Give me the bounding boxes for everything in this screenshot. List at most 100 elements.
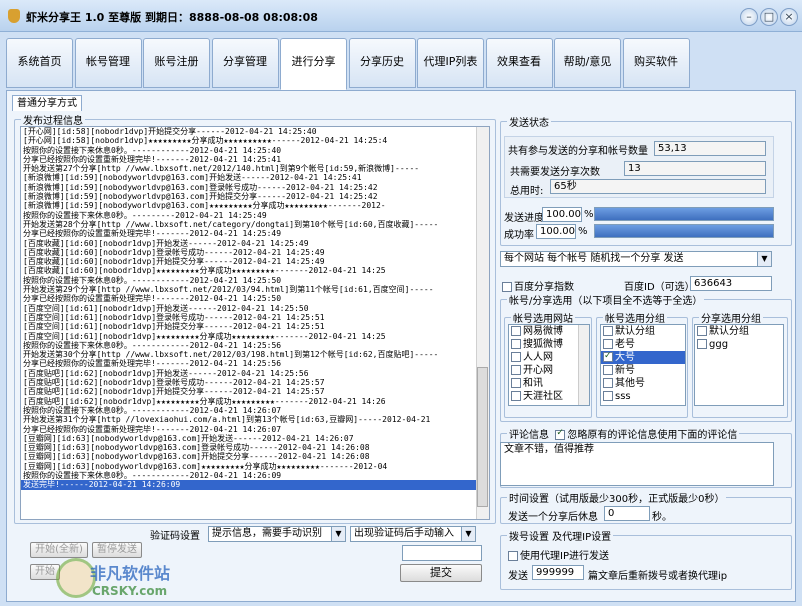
- log-line: [百度空间][id:61][nobodr1dvp]开始发送------2012-…: [23, 303, 309, 313]
- log-line: [百度收藏][id:60][nobodr1dvp]开始发送------2012-…: [23, 238, 309, 248]
- tab-6[interactable]: 代理IP列表: [417, 38, 484, 88]
- tab-1[interactable]: 帐号管理: [74, 38, 142, 88]
- watermark-en: CRSKY.com: [92, 584, 168, 598]
- share-group-label: ggg: [709, 339, 729, 350]
- checkbox-icon[interactable]: [603, 326, 613, 336]
- pause-button[interactable]: 暂停发送: [92, 542, 142, 558]
- checkbox-icon[interactable]: [603, 350, 613, 363]
- captcha-input[interactable]: [402, 545, 482, 561]
- baidu-id-input[interactable]: 636643: [690, 276, 772, 291]
- group-item[interactable]: 老号: [601, 338, 685, 351]
- checkbox-icon[interactable]: [697, 339, 707, 349]
- comment-override-label[interactable]: 忽略原有的评论信息使用下面的评论信: [567, 430, 737, 441]
- log-line: 按照你的设置接下来休息0秒。------------2012-04-21 14:…: [23, 470, 282, 480]
- checkbox-icon[interactable]: [502, 282, 512, 292]
- baidu-index-option[interactable]: 百度分享指数: [502, 278, 574, 293]
- chevron-down-icon[interactable]: ▼: [461, 527, 475, 541]
- baidu-id-label: 百度ID（可选）: [624, 282, 695, 293]
- tab-8[interactable]: 帮助/意见: [554, 38, 621, 88]
- tab-7[interactable]: 效果查看: [485, 38, 553, 88]
- title-bar[interactable]: 虾米分享王 1.0 至尊版 到期日：8888-08-08 08:08:08 – …: [0, 0, 802, 32]
- tab-3[interactable]: 分享管理: [211, 38, 279, 88]
- log-textbox[interactable]: [开心网][id:58][nobodr1dvp]开始提交分享------2012…: [20, 126, 490, 520]
- start-new-button[interactable]: 开始(全新): [30, 542, 88, 558]
- account-legend: 帐号/分享选用（以下项目全不选等于全选）: [509, 296, 703, 307]
- site-item-label: 天涯社区: [523, 391, 563, 402]
- group-item[interactable]: 默认分组: [601, 325, 685, 338]
- tab-4[interactable]: 进行分享: [280, 38, 347, 90]
- rest-input[interactable]: 0: [604, 506, 650, 521]
- log-line: 分享已经按照你的设置重新处理完毕!-------2012-04-21 14:26…: [23, 424, 282, 434]
- checkbox-icon[interactable]: [511, 365, 521, 375]
- status-legend: 发送状态: [509, 118, 549, 129]
- checkbox-icon[interactable]: [697, 326, 707, 336]
- checkbox-icon[interactable]: [603, 378, 613, 388]
- share-groups-list[interactable]: 默认分组 ggg: [694, 324, 784, 406]
- watermark-cn: 非凡软件站: [90, 564, 171, 583]
- maximize-icon[interactable]: □: [760, 8, 778, 26]
- checkbox-icon[interactable]: [603, 365, 613, 375]
- share-group-item[interactable]: ggg: [695, 338, 783, 351]
- site-item[interactable]: 开心网: [509, 364, 589, 377]
- checkbox-icon[interactable]: [511, 391, 521, 401]
- minimize-icon[interactable]: –: [740, 8, 758, 26]
- site-item[interactable]: 天涯社区: [509, 390, 589, 403]
- proxy-option[interactable]: 使用代理IP进行发送: [508, 547, 609, 562]
- group-item[interactable]: 新号: [601, 364, 685, 377]
- checkbox-icon[interactable]: [603, 339, 613, 349]
- log-line: 开始发送第31个分享[http //lovexiaohui.com/a.html…: [23, 415, 431, 425]
- comment-textarea[interactable]: 文章不错，值得推荐: [500, 442, 774, 486]
- captcha-after-select[interactable]: 出现验证码后手动输入 ▼: [350, 526, 476, 542]
- site-item[interactable]: 搜狐微博: [509, 338, 589, 351]
- chevron-down-icon[interactable]: ▼: [331, 527, 345, 541]
- captcha-label: 验证码设置: [150, 531, 200, 542]
- log-line: [新浪微博][id:59][nobodyworldvp@163.com]★★★★…: [23, 201, 386, 211]
- log-line: [百度贴吧][id:62][nobodr1dvp]★★★★★★★★★分享成功★★…: [23, 396, 386, 406]
- submit-button[interactable]: 提交: [400, 564, 482, 582]
- log-scroll-thumb[interactable]: [477, 367, 488, 507]
- log-line: 开始发送第29个分享[http //www.lbxsoft.net/2012/0…: [23, 285, 434, 295]
- checkbox-icon[interactable]: [555, 428, 566, 440]
- group-item[interactable]: 其他号: [601, 377, 685, 390]
- sites-scrollbar[interactable]: [578, 325, 589, 405]
- group-item[interactable]: sss: [601, 390, 685, 403]
- log-line: [豆瓣网][id:63][nobodyworldvp@163.com]★★★★★…: [23, 461, 388, 471]
- send-strategy-value: 每个网站 每个帐号 随机找一个分享 发送: [504, 253, 684, 264]
- captcha-after-value: 出现验证码后手动输入: [354, 528, 454, 539]
- tab-2[interactable]: 账号注册: [143, 38, 210, 88]
- tab-5[interactable]: 分享历史: [348, 38, 416, 88]
- checkbox-icon[interactable]: [511, 378, 521, 388]
- log-line: [豆瓣网][id:63][nobodyworldvp@163.com]开始提交分…: [23, 452, 370, 462]
- send-strategy-select[interactable]: 每个网站 每个帐号 随机找一个分享 发送 ▼: [500, 251, 772, 267]
- close-icon[interactable]: ×: [780, 8, 798, 26]
- log-scrollbar[interactable]: [476, 127, 489, 519]
- chevron-down-icon[interactable]: ▼: [757, 252, 771, 266]
- site-item[interactable]: 和讯: [509, 377, 589, 390]
- subtab-normal-share[interactable]: 普通分享方式: [12, 95, 82, 111]
- checkbox-icon[interactable]: [603, 391, 613, 401]
- log-line: 按照你的设置接下来休息0秒。------------2012-04-21 14:…: [23, 145, 282, 155]
- log-line: [百度空间][id:61][nobodr1dvp]★★★★★★★★★分享成功★★…: [23, 331, 386, 341]
- send-count-input[interactable]: 999999: [532, 565, 584, 580]
- log-lines: [开心网][id:58][nobodr1dvp]开始提交分享------2012…: [21, 127, 489, 490]
- site-item[interactable]: 网易微博: [509, 325, 589, 338]
- share-group-item[interactable]: 默认分组: [695, 325, 783, 338]
- captcha-mode-select[interactable]: 提示信息，需要手动识别 ▼: [208, 526, 346, 542]
- comment-legend: 评论信息: [509, 430, 549, 441]
- log-legend: 发布过程信息: [23, 116, 83, 127]
- log-line: [豆瓣网][id:63][nobodyworldvp@163.com]登录帐号成…: [23, 443, 370, 453]
- checkbox-icon[interactable]: [508, 551, 518, 561]
- tab-0[interactable]: 系统首页: [6, 38, 73, 88]
- log-line: 按照你的设置接下来休息0秒。------------2012-04-21 14:…: [23, 405, 282, 415]
- site-item[interactable]: 人人网: [509, 351, 589, 364]
- dial-desc: 篇文章后重新拨号或者换代理ip: [588, 571, 728, 582]
- sites-list[interactable]: 网易微博 搜狐微博 人人网 开心网 和讯 天涯社区: [508, 324, 590, 406]
- groups-list[interactable]: 默认分组老号大号新号其他号 sss: [600, 324, 686, 406]
- checkbox-icon[interactable]: [511, 352, 521, 362]
- tab-9[interactable]: 购买软件: [622, 38, 690, 88]
- checkbox-icon[interactable]: [511, 326, 521, 336]
- group-item[interactable]: 大号: [601, 350, 685, 364]
- dial-legend: 拨号设置 及代理IP设置: [509, 532, 612, 543]
- elapsed-label: 总用时:: [510, 186, 544, 197]
- checkbox-icon[interactable]: [511, 339, 521, 349]
